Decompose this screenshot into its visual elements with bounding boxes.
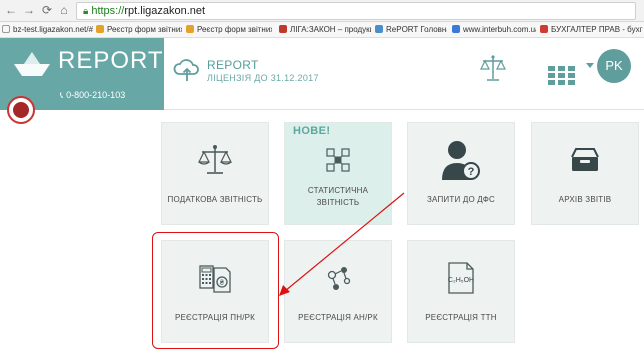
lock-icon: 🔒︎: [83, 6, 89, 17]
apps-grid-icon[interactable]: [548, 66, 575, 86]
bookmark-favicon-icon: [2, 25, 10, 33]
bookmark-label: Реєстр форм звітних д: [197, 25, 272, 34]
phone-number: 0-800-210-103: [66, 90, 126, 100]
back-icon[interactable]: ←: [4, 3, 18, 17]
product-title: REPORT: [207, 58, 259, 72]
paper-boat-icon: [14, 52, 50, 76]
tile-label: ПОДАТКОВА ЗВІТНІСТЬ: [167, 195, 263, 204]
support-button[interactable]: [7, 96, 35, 124]
formula-text: C₂H₅OH: [448, 277, 474, 284]
bookmark-favicon-icon: [96, 25, 104, 33]
tile-tax-reports[interactable]: ПОДАТКОВА ЗВІТНІСТЬ: [161, 122, 269, 225]
browser-address-bar: ← → ⟳ ⌂ 🔒︎ https://rpt.ligazakon.net: [0, 0, 644, 22]
bookmark-label: ЛІГА:ЗАКОН – продукц: [290, 25, 371, 34]
bookmarks-bar: bz-test.ligazakon.net/# Реєстр форм звіт…: [0, 22, 644, 38]
tile-act-registration[interactable]: РЕЄСТРАЦІЯ АН/РК: [284, 240, 392, 343]
bookmark-item[interactable]: bz-test.ligazakon.net/#: [2, 24, 94, 36]
scales-icon[interactable]: [480, 54, 506, 84]
tile-label: РЕЄСТРАЦІЯ ТТН: [425, 313, 497, 322]
url-input[interactable]: 🔒︎ https://rpt.ligazakon.net: [76, 2, 636, 20]
bookmark-item[interactable]: Реєстр форм звітних д: [96, 24, 182, 36]
user-avatar[interactable]: PK: [597, 49, 631, 83]
bookmark-label: Реєстр форм звітних д: [107, 25, 182, 34]
bookmark-item[interactable]: Реєстр форм звітних д: [186, 24, 272, 36]
scales-icon: [162, 137, 268, 183]
bookmark-label: www.interbuh.com.ua/: [463, 25, 536, 34]
ethanol-formula-icon: C₂H₅OH: [408, 255, 514, 301]
url-host: rpt.ligazakon.net: [124, 5, 206, 17]
reload-icon[interactable]: ⟳: [40, 3, 54, 17]
tile-label: РЕЄСТРАЦІЯ АН/РК: [298, 313, 378, 322]
bookmark-favicon-icon: [186, 25, 194, 33]
bookmark-label: RePORT Головна: [386, 25, 447, 34]
bookmark-item[interactable]: БУХГАЛТЕР ПРАВ - бухг: [540, 24, 644, 36]
phone-icon: 📞︎: [60, 90, 64, 100]
tile-statistical-reports[interactable]: НОВЕ! СТАТИСТИЧНА ЗВІТНІСТЬ: [284, 122, 392, 225]
cloud-upload-icon[interactable]: [173, 57, 201, 83]
tile-tax-requests[interactable]: ? ЗАПИТИ ДО ДФС: [407, 122, 515, 225]
tile-reports-archive[interactable]: АРХІВ ЗВІТІВ: [531, 122, 639, 225]
archive-box-icon: [532, 137, 638, 183]
forward-icon[interactable]: →: [22, 3, 36, 17]
support-agent-icon: [13, 102, 29, 118]
support-phone: 📞︎ 0-800-210-103: [60, 90, 125, 101]
highlight-frame: [152, 232, 279, 349]
tile-waybill-registration[interactable]: C₂H₅OH РЕЄСТРАЦІЯ ТТН: [407, 240, 515, 343]
bookmark-favicon-icon: [540, 25, 548, 33]
bookmark-favicon-icon: [375, 25, 383, 33]
brand-name: REPORT: [58, 47, 164, 74]
license-info: ЛІЦЕНЗІЯ ДО 31.12.2017: [207, 73, 319, 83]
tile-label: ЗАПИТИ ДО ДФС: [426, 195, 495, 204]
tile-label: СТАТИСТИЧНА ЗВІТНІСТЬ: [307, 186, 369, 207]
bookmark-label: БУХГАЛТЕР ПРАВ - бухг: [551, 25, 643, 34]
bookmark-label: bz-test.ligazakon.net/#: [13, 25, 94, 34]
bookmark-favicon-icon: [452, 25, 460, 33]
molecules-icon: [285, 255, 391, 301]
agent-question-icon: ?: [408, 137, 514, 183]
bookmark-favicon-icon: [279, 25, 287, 33]
home-icon[interactable]: ⌂: [57, 3, 71, 17]
bookmark-item[interactable]: www.interbuh.com.ua/: [452, 24, 536, 36]
top-bar: REPORT ЛІЦЕНЗІЯ ДО 31.12.2017 PK: [164, 38, 644, 110]
chevron-down-icon[interactable]: [586, 63, 594, 68]
url-scheme: https://: [91, 5, 125, 17]
new-badge: НОВЕ!: [293, 125, 331, 137]
bookmark-item[interactable]: ЛІГА:ЗАКОН – продукц: [279, 24, 371, 36]
bookmark-item[interactable]: RePORT Головна: [375, 24, 447, 36]
svg-text:?: ?: [468, 166, 475, 178]
statistics-icon: [285, 137, 391, 183]
tile-label: АРХІВ ЗВІТІВ: [558, 195, 612, 204]
